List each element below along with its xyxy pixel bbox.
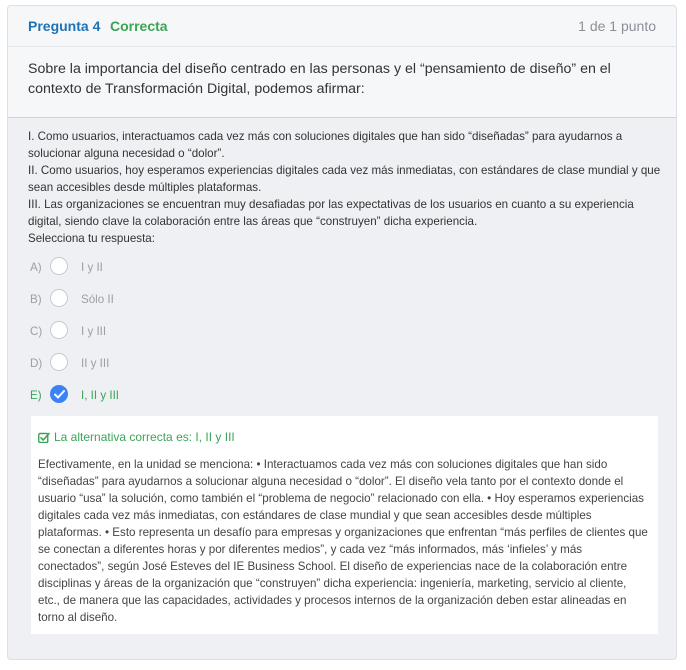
radio-button-checked[interactable] [50,385,68,403]
checkmark-icon [54,390,65,399]
question-text: Sobre la importancia del diseño centrado… [28,61,611,97]
option-letter: B) [30,293,42,306]
option-label: I y II [81,261,103,274]
question-card: Pregunta 4 Correcta 1 de 1 punto Sobre l… [7,5,677,660]
radio-button[interactable] [50,321,68,339]
feedback-body: Efectivamente, en la unidad se menciona:… [38,458,648,624]
option-label: Sólo II [81,293,114,306]
answer-prompt: Selecciona tu respuesta: [28,232,155,245]
option-label: I y III [81,325,107,338]
statement-3: III. Las organizaciones se encuentran mu… [28,198,634,228]
check-square-icon [38,432,50,443]
statement-1: I. Como usuarios, interactuamos cada vez… [28,130,623,160]
question-number: Pregunta 4 [28,18,101,34]
option-letter: E) [30,389,42,402]
question-status: Correcta [110,18,168,34]
feedback-title: La alternativa correcta es: I, II y III [38,428,650,446]
option-letter: C) [30,325,43,338]
option-letter: A) [30,261,42,274]
option-letter: D) [30,357,43,370]
question-prompt-area: Sobre la importancia del diseño centrado… [8,47,676,118]
feedback-title-text: La alternativa correcta es: I, II y III [54,430,235,444]
statement-2: II. Como usuarios, hoy esperamos experie… [28,164,661,194]
option-label: II y III [81,357,110,370]
statements-block: I. Como usuarios, interactuamos cada vez… [28,128,668,247]
radio-button[interactable] [50,257,68,275]
question-header: Pregunta 4 Correcta 1 de 1 punto [8,6,676,47]
radio-button[interactable] [50,353,68,371]
question-points: 1 de 1 punto [578,18,656,34]
option-label: I, II y III [81,389,120,402]
radio-button[interactable] [50,289,68,307]
feedback-panel: La alternativa correcta es: I, II y III … [31,416,658,634]
